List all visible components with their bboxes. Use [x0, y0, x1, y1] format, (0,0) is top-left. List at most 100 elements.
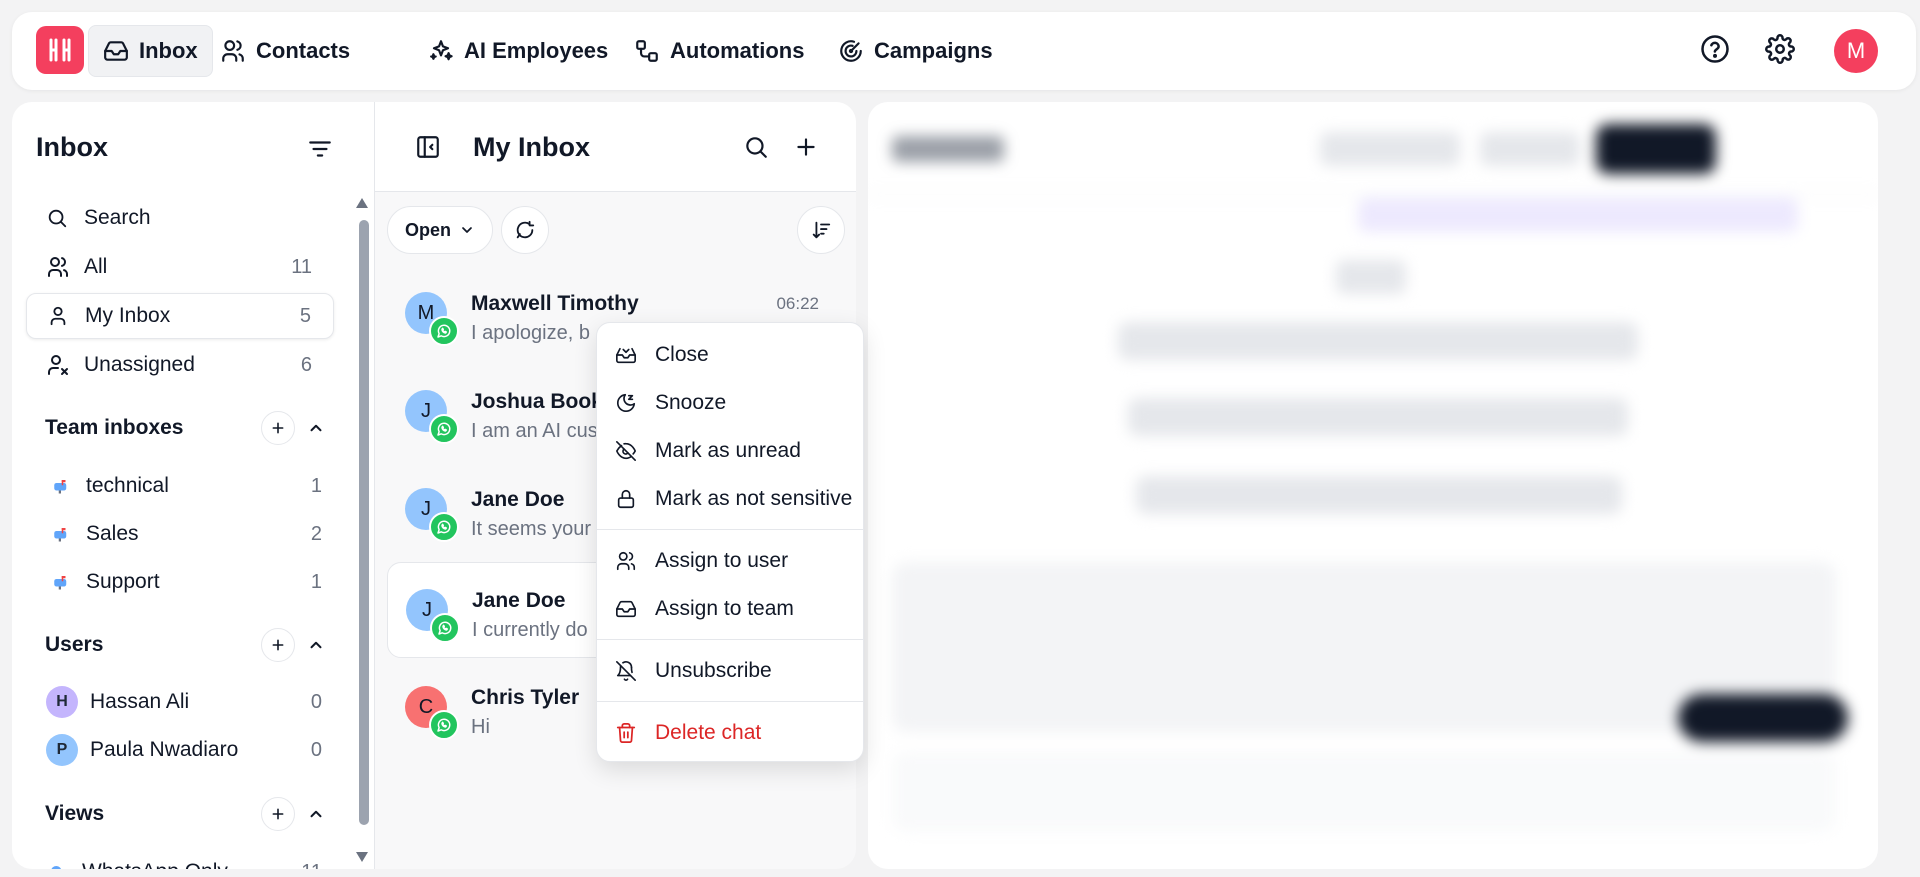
add-view-button[interactable]: [261, 797, 295, 831]
nav-contacts[interactable]: Contacts: [206, 25, 364, 77]
contact-name: Jane Doe: [472, 589, 566, 612]
nav-inbox-label: Inbox: [139, 38, 198, 63]
team-item-sales[interactable]: Sales 2: [52, 512, 322, 556]
sidebar-filter-button[interactable]: [307, 136, 333, 162]
sidebar-item-count: 6: [300, 353, 312, 376]
chevron-up-icon[interactable]: [307, 419, 325, 437]
user-item-count: 0: [310, 690, 322, 713]
sidebar-item-my-inbox[interactable]: My Inbox 5: [26, 293, 334, 339]
collapse-sidebar-button[interactable]: [415, 134, 441, 160]
users-header[interactable]: Users: [45, 625, 325, 665]
nav-contacts-label: Contacts: [256, 38, 351, 63]
menu-item-mark-unread[interactable]: Mark as unread: [597, 429, 865, 473]
view-item-label: WhatsApp Only: [82, 860, 301, 869]
menu-item-label: Mark as unread: [655, 439, 801, 462]
panel-left-icon: [417, 136, 439, 158]
sidebar-scrollbar[interactable]: [356, 198, 369, 866]
menu-divider: [597, 701, 863, 702]
nav-campaigns[interactable]: Campaigns: [824, 25, 1007, 77]
team-item-label: Support: [86, 570, 160, 593]
search-conversations-button[interactable]: [743, 134, 769, 160]
team-item-technical[interactable]: technical 1: [52, 464, 322, 508]
status-filter-dropdown[interactable]: Open: [387, 206, 493, 254]
menu-item-mark-not-sensitive[interactable]: Mark as not sensitive: [597, 477, 865, 521]
view-item-count: 11: [301, 861, 322, 870]
team-item-count: 2: [310, 522, 322, 545]
menu-item-label: Close: [655, 343, 709, 366]
view-item-whatsapp-only[interactable]: WhatsApp Only 11: [48, 850, 322, 869]
new-conversation-button[interactable]: [793, 134, 819, 160]
sort-button[interactable]: [797, 206, 845, 254]
menu-item-snooze[interactable]: Snooze: [597, 381, 865, 425]
menu-item-label: Assign to team: [655, 597, 794, 620]
menu-item-delete-chat[interactable]: Delete chat: [597, 711, 865, 755]
message-preview: I am an AI cus: [471, 420, 598, 442]
system-message-placeholder: [1128, 398, 1628, 436]
whatsapp-icon: [429, 512, 459, 542]
menu-item-assign-team[interactable]: Assign to team: [597, 587, 865, 631]
whatsapp-icon: [429, 414, 459, 444]
sidebar-item-search[interactable]: Search: [26, 195, 334, 241]
system-message-placeholder: [1118, 322, 1638, 360]
team-item-support[interactable]: Support 1: [52, 560, 322, 604]
inbox-icon: [615, 598, 639, 620]
scroll-up-icon: [356, 198, 368, 208]
menu-item-assign-user[interactable]: Assign to user: [597, 539, 865, 583]
campaigns-icon: [840, 40, 862, 62]
automations-icon: [636, 40, 658, 62]
filter-lines-icon: [309, 141, 331, 157]
menu-item-close[interactable]: Close: [597, 333, 865, 377]
app-logo[interactable]: [36, 26, 84, 74]
sidebar-item-label: Unassigned: [84, 353, 195, 376]
settings-button[interactable]: [1765, 34, 1795, 64]
user-icon: [47, 305, 75, 327]
chevron-up-icon[interactable]: [307, 805, 325, 823]
avatar: P: [46, 734, 78, 766]
help-button[interactable]: [1700, 34, 1730, 64]
message-preview: Hi: [471, 716, 490, 738]
message-preview: I apologize, b: [471, 322, 590, 344]
logo-icon: [49, 38, 71, 62]
user-item-hassan-ali[interactable]: H Hassan Ali 0: [46, 680, 322, 724]
chevron-up-icon[interactable]: [307, 636, 325, 654]
team-item-count: 1: [310, 570, 322, 593]
team-inboxes-header[interactable]: Team inboxes: [45, 408, 325, 448]
page-title: My Inbox: [473, 132, 591, 162]
send-button-placeholder: [1678, 694, 1848, 742]
nav-inbox[interactable]: Inbox: [88, 25, 213, 77]
user-item-label: Hassan Ali: [90, 690, 190, 713]
add-user-button[interactable]: [261, 628, 295, 662]
banner-placeholder: [1358, 198, 1798, 232]
inbox-icon: [104, 41, 128, 61]
nav-automations[interactable]: Automations: [620, 25, 818, 77]
sidebar-item-count: 5: [299, 304, 311, 327]
contact-name: Chris Tyler: [471, 686, 580, 709]
system-message-placeholder: [1136, 476, 1622, 514]
whatsapp-icon: [430, 613, 460, 643]
toolbar-placeholder: [1480, 132, 1580, 166]
divider: [868, 194, 1878, 195]
chat-filter-button[interactable]: [501, 206, 549, 254]
add-team-inbox-button[interactable]: [261, 411, 295, 445]
trash-icon: [615, 722, 639, 744]
sidebar-item-all[interactable]: All 11: [26, 244, 334, 290]
menu-item-label: Unsubscribe: [655, 659, 772, 682]
timestamp: 06:22: [776, 294, 819, 313]
scrollbar-thumb[interactable]: [359, 220, 369, 825]
menu-divider: [597, 639, 863, 640]
input-placeholder: [892, 752, 1836, 832]
team-item-label: technical: [86, 474, 169, 497]
nav-ai-employees[interactable]: AI Employees: [414, 25, 622, 77]
sidebar-title: Inbox: [36, 132, 108, 162]
blurred-content: [868, 102, 1878, 869]
user-item-paula-nwadiaro[interactable]: P Paula Nwadiaro 0: [46, 728, 322, 772]
views-header[interactable]: Views: [45, 794, 325, 834]
user-item-label: Paula Nwadiaro: [90, 738, 239, 761]
toolbar-primary-placeholder: [1596, 124, 1716, 174]
sidebar-item-label: All: [84, 255, 108, 278]
sidebar-item-unassigned[interactable]: Unassigned 6: [26, 342, 334, 388]
user-avatar[interactable]: M: [1834, 29, 1878, 73]
user-x-icon: [46, 353, 74, 377]
sidebar-item-label: Search: [84, 206, 151, 229]
menu-item-unsubscribe[interactable]: Unsubscribe: [597, 649, 865, 693]
